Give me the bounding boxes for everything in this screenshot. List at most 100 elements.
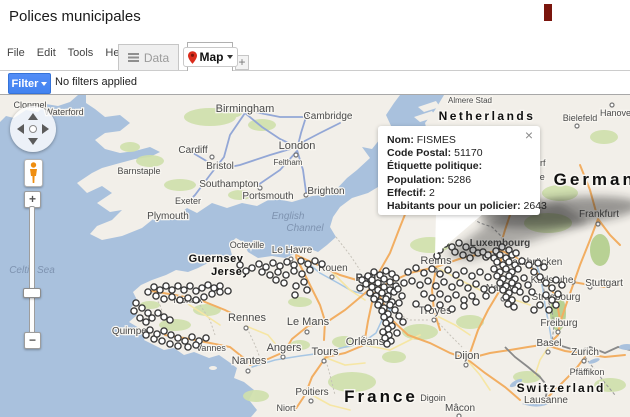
data-point-marker[interactable] xyxy=(209,291,215,297)
data-point-marker[interactable] xyxy=(185,295,191,301)
data-point-marker[interactable] xyxy=(270,260,276,266)
data-point-marker[interactable] xyxy=(375,302,381,308)
data-point-marker[interactable] xyxy=(155,310,161,316)
zoom-slider-track[interactable] xyxy=(29,206,35,335)
data-point-marker[interactable] xyxy=(185,344,191,350)
data-point-marker[interactable] xyxy=(201,294,207,300)
data-point-marker[interactable] xyxy=(193,288,199,294)
data-point-marker[interactable] xyxy=(437,302,443,308)
data-point-marker[interactable] xyxy=(555,291,561,297)
data-point-marker[interactable] xyxy=(298,258,304,264)
data-point-marker[interactable] xyxy=(382,335,388,341)
data-point-marker[interactable] xyxy=(381,284,387,290)
data-point-marker[interactable] xyxy=(357,285,363,291)
data-point-marker[interactable] xyxy=(199,285,205,291)
zoom-slider-handle[interactable] xyxy=(23,288,41,298)
map-canvas[interactable]: Celtic SeaEnglishChannelClonmelWaterford… xyxy=(0,95,630,417)
data-point-marker[interactable] xyxy=(277,263,283,269)
data-point-marker[interactable] xyxy=(157,287,163,293)
data-point-marker[interactable] xyxy=(494,273,500,279)
data-point-marker[interactable] xyxy=(167,317,173,323)
data-point-marker[interactable] xyxy=(465,285,471,291)
filter-button[interactable]: Filter xyxy=(8,73,51,94)
tab-map[interactable]: Map xyxy=(187,42,233,71)
data-point-marker[interactable] xyxy=(243,268,249,274)
data-point-marker[interactable] xyxy=(151,284,157,290)
data-point-marker[interactable] xyxy=(453,292,459,298)
data-point-marker[interactable] xyxy=(469,273,475,279)
data-point-marker[interactable] xyxy=(305,261,311,267)
data-point-marker[interactable] xyxy=(177,297,183,303)
data-point-marker[interactable] xyxy=(133,300,139,306)
data-point-marker[interactable] xyxy=(304,287,310,293)
data-point-marker[interactable] xyxy=(445,296,451,302)
data-point-marker[interactable] xyxy=(491,266,497,272)
data-point-marker[interactable] xyxy=(525,282,531,288)
data-point-marker[interactable] xyxy=(506,259,512,265)
data-point-marker[interactable] xyxy=(553,302,559,308)
data-point-marker[interactable] xyxy=(500,287,506,293)
data-point-marker[interactable] xyxy=(145,289,151,295)
data-point-marker[interactable] xyxy=(387,279,393,285)
data-point-marker[interactable] xyxy=(489,287,495,293)
data-point-marker[interactable] xyxy=(169,294,175,300)
data-point-marker[interactable] xyxy=(189,334,195,340)
data-point-marker[interactable] xyxy=(441,279,447,285)
data-point-marker[interactable] xyxy=(267,272,273,278)
data-point-marker[interactable] xyxy=(449,306,455,312)
data-point-marker[interactable] xyxy=(187,283,193,289)
data-point-marker[interactable] xyxy=(161,328,167,334)
data-point-marker[interactable] xyxy=(301,279,307,285)
zoom-out-button[interactable]: − xyxy=(24,332,41,349)
data-point-marker[interactable] xyxy=(384,341,390,347)
data-point-marker[interactable] xyxy=(131,308,137,314)
data-point-marker[interactable] xyxy=(159,338,165,344)
data-point-marker[interactable] xyxy=(511,304,517,310)
data-point-marker[interactable] xyxy=(535,260,541,266)
data-point-marker[interactable] xyxy=(425,278,431,284)
data-point-marker[interactable] xyxy=(380,329,386,335)
data-point-marker[interactable] xyxy=(537,302,543,308)
data-point-marker[interactable] xyxy=(509,280,515,286)
data-point-marker[interactable] xyxy=(531,307,537,313)
data-point-marker[interactable] xyxy=(392,307,398,313)
data-point-marker[interactable] xyxy=(147,327,153,333)
data-point-marker[interactable] xyxy=(137,315,143,321)
data-point-marker[interactable] xyxy=(291,262,297,268)
data-point-marker[interactable] xyxy=(449,284,455,290)
data-point-marker[interactable] xyxy=(371,296,377,302)
data-point-marker[interactable] xyxy=(481,286,487,292)
data-point-marker[interactable] xyxy=(154,331,160,337)
data-point-marker[interactable] xyxy=(461,303,467,309)
data-point-marker[interactable] xyxy=(485,274,491,280)
data-point-marker[interactable] xyxy=(169,287,175,293)
menu-file[interactable]: File xyxy=(7,47,25,59)
data-point-marker[interactable] xyxy=(259,269,265,275)
data-point-marker[interactable] xyxy=(139,305,145,311)
data-point-marker[interactable] xyxy=(161,296,167,302)
data-point-marker[interactable] xyxy=(167,341,173,347)
data-point-marker[interactable] xyxy=(483,293,489,299)
data-point-marker[interactable] xyxy=(375,280,381,286)
data-point-marker[interactable] xyxy=(387,302,393,308)
data-point-marker[interactable] xyxy=(473,299,479,305)
data-point-marker[interactable] xyxy=(381,276,387,282)
data-point-marker[interactable] xyxy=(503,266,509,272)
data-point-marker[interactable] xyxy=(363,281,369,287)
data-point-marker[interactable] xyxy=(497,280,503,286)
data-point-marker[interactable] xyxy=(379,290,385,296)
data-point-marker[interactable] xyxy=(211,285,217,291)
data-point-marker[interactable] xyxy=(175,283,181,289)
menu-tools[interactable]: Tools xyxy=(68,47,94,59)
data-point-marker[interactable] xyxy=(433,283,439,289)
menu-edit[interactable]: Edit xyxy=(37,47,56,59)
data-point-marker[interactable] xyxy=(175,343,181,349)
data-point-marker[interactable] xyxy=(379,308,385,314)
data-point-marker[interactable] xyxy=(531,269,537,275)
data-point-marker[interactable] xyxy=(473,281,479,287)
data-point-marker[interactable] xyxy=(292,292,298,298)
data-point-marker[interactable] xyxy=(153,293,159,299)
data-point-marker[interactable] xyxy=(477,269,483,275)
data-point-marker[interactable] xyxy=(437,291,443,297)
data-point-marker[interactable] xyxy=(515,266,521,272)
